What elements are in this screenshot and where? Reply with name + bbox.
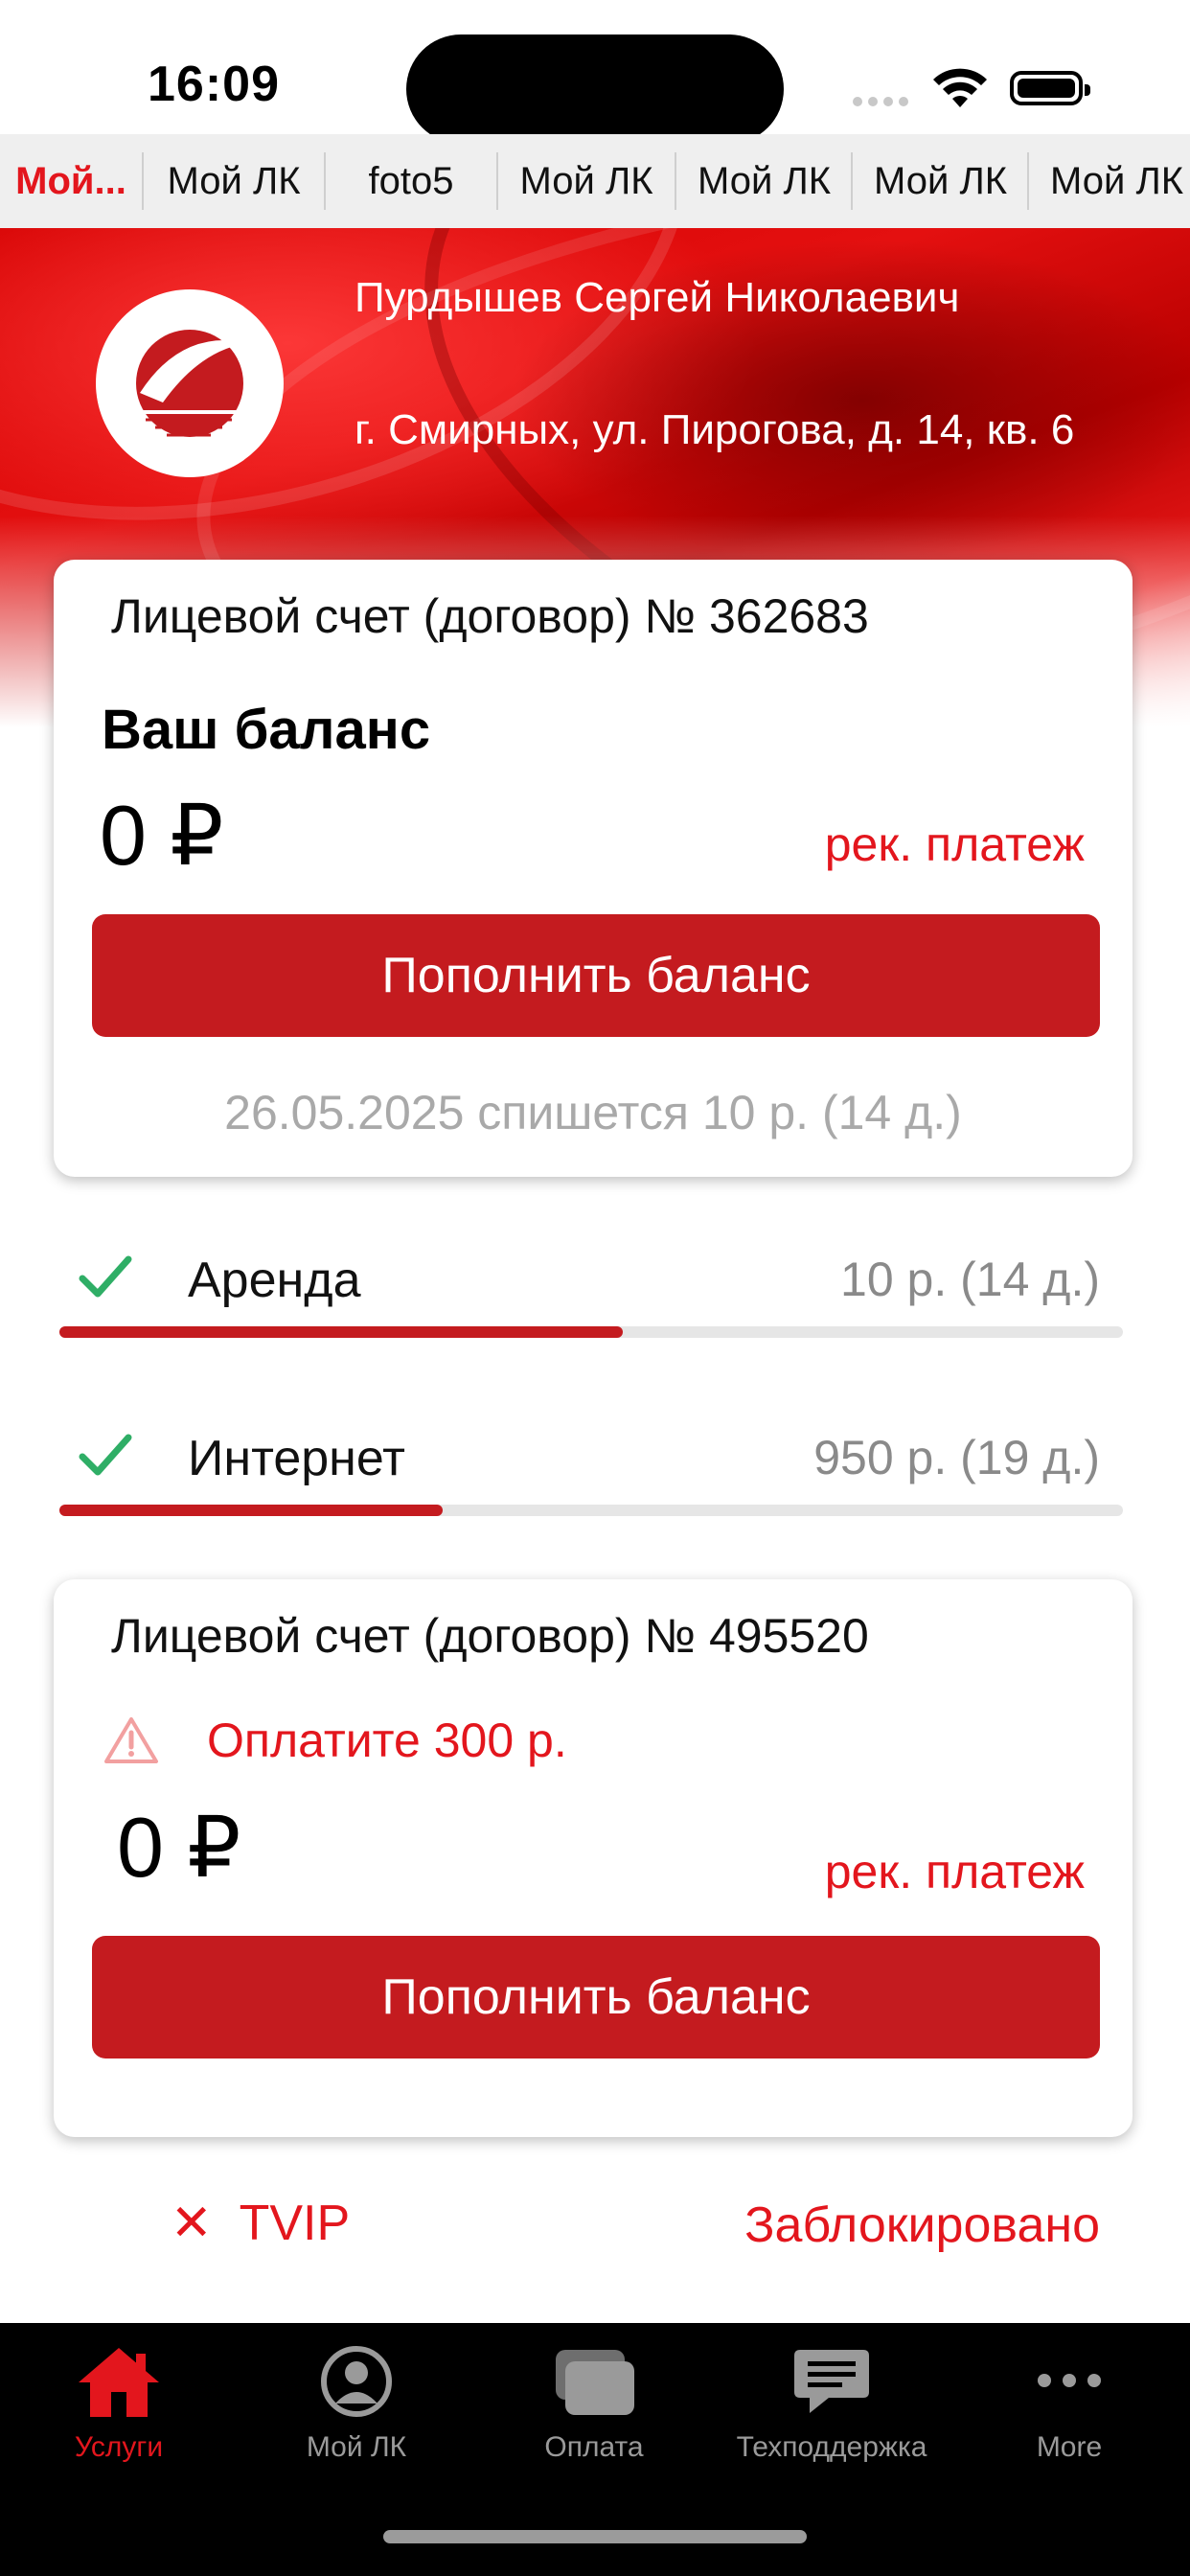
checkmark-icon xyxy=(79,1255,132,1298)
account-number: Лицевой счет (договор) № 362683 xyxy=(111,589,869,643)
user-name: Пурдышев Сергей Николаевич xyxy=(355,274,960,321)
wifi-icon xyxy=(933,68,987,107)
account-number: Лицевой счет (договор) № 495520 xyxy=(111,1609,869,1663)
user-address: г. Смирных, ул. Пирогова, д. 14, кв. 6 xyxy=(355,406,1075,453)
tab-account-6[interactable]: Мой ЛК xyxy=(853,152,1029,210)
balance-amount: 0 ₽ xyxy=(100,788,224,883)
tab-label: Услуги xyxy=(74,2431,164,2463)
balance-amount: 0 ₽ xyxy=(117,1800,241,1895)
dynamic-island xyxy=(406,34,784,144)
account-card: Лицевой счет (договор) № 495520 Оплатите… xyxy=(54,1579,1133,2137)
service-progress xyxy=(59,1326,1123,1338)
service-status-blocked: Заблокировано xyxy=(744,2197,1100,2253)
service-price: 10 р. (14 д.) xyxy=(840,1253,1100,1306)
tab-account-1[interactable]: Мой... xyxy=(0,152,144,210)
tab-account-3[interactable]: foto5 xyxy=(326,152,498,210)
cards-icon xyxy=(556,2350,634,2415)
tab-label: Мой ЛК xyxy=(306,2431,407,2463)
payment-warning: Оплатите 300 р. xyxy=(103,1702,567,1779)
topup-balance-button[interactable]: Пополнить баланс xyxy=(92,914,1100,1037)
close-icon: ✕ xyxy=(171,2196,213,2251)
tab-account-2[interactable]: Мой ЛК xyxy=(144,152,326,210)
tab-account-5[interactable]: Мой ЛК xyxy=(676,152,853,210)
chat-bubble-icon xyxy=(794,2350,869,2413)
service-price: 950 р. (19 д.) xyxy=(813,1431,1100,1484)
battery-icon xyxy=(1010,71,1090,105)
status-bar: 16:09 xyxy=(0,0,1190,144)
tab-label: Оплата xyxy=(544,2431,644,2463)
account-tabs: Мой... Мой ЛК foto5 Мой ЛК Мой ЛК Мой ЛК… xyxy=(0,134,1190,228)
tab-label: Техподдержка xyxy=(736,2431,927,2463)
balance-title: Ваш баланс xyxy=(102,699,431,761)
tab-account-7[interactable]: Мой ЛК xyxy=(1029,152,1183,210)
recommended-payment-link[interactable]: рек. платеж xyxy=(825,1844,1085,1899)
home-indicator xyxy=(383,2530,807,2543)
service-progress-fill xyxy=(59,1505,443,1516)
warning-text: Оплатите 300 р. xyxy=(207,1714,567,1767)
more-dots-icon xyxy=(1038,2374,1101,2387)
person-circle-icon xyxy=(321,2346,392,2417)
provider-logo xyxy=(96,289,284,477)
next-charge-note: 26.05.2025 спишется 10 р. (14 д.) xyxy=(224,1086,962,1139)
tab-account-4[interactable]: Мой ЛК xyxy=(498,152,676,210)
service-name: Аренда xyxy=(188,1253,361,1308)
account-card: Лицевой счет (договор) № 362683 Ваш бала… xyxy=(54,560,1133,1177)
tab-services[interactable]: Услуги xyxy=(0,2344,238,2464)
tab-label: More xyxy=(1036,2431,1103,2463)
tab-more[interactable]: More xyxy=(950,2344,1188,2464)
service-name: Интернет xyxy=(188,1431,405,1486)
status-time: 16:09 xyxy=(148,57,280,112)
service-row[interactable]: Аренда 10 р. (14 д.) xyxy=(59,1236,1123,1342)
warning-triangle-icon xyxy=(104,1717,158,1763)
tab-support[interactable]: Техподдержка xyxy=(713,2344,950,2464)
topup-balance-button[interactable]: Пополнить баланс xyxy=(92,1936,1100,2058)
checkmark-icon xyxy=(79,1434,132,1476)
service-progress xyxy=(59,1505,1123,1516)
service-row[interactable]: Интернет 950 р. (19 д.) xyxy=(59,1414,1123,1520)
cellular-signal-icon xyxy=(853,94,914,107)
tab-my-account[interactable]: Мой ЛК xyxy=(238,2344,475,2464)
recommended-payment-link[interactable]: рек. платеж xyxy=(825,816,1085,872)
tvip-name: TVIP xyxy=(239,2196,351,2251)
house-icon xyxy=(79,2348,159,2417)
service-progress-fill xyxy=(59,1326,624,1338)
tvip-service[interactable]: ✕ TVIP xyxy=(171,2195,350,2252)
tab-payment[interactable]: Оплата xyxy=(475,2344,713,2464)
